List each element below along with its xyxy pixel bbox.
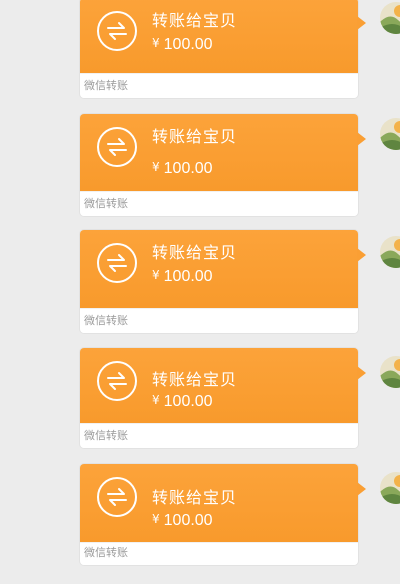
amount-value: 100.00: [163, 36, 213, 53]
transfer-title: 转账给宝贝: [152, 11, 238, 30]
bubble-tail: [357, 132, 366, 146]
transfer-bubble[interactable]: 转账给宝贝 ¥100.00 微信转账: [80, 0, 366, 98]
transfer-message: 转账给宝贝 ¥100.00 微信转账: [0, 348, 400, 468]
avatar-image: [380, 2, 400, 34]
transfer-bubble[interactable]: 转账给宝贝 ¥100.00 微信转账: [80, 114, 366, 216]
bubble-tail: [357, 248, 366, 262]
transfer-message: 转账给宝贝 ¥100.00 微信转账: [0, 230, 400, 350]
transfer-title: 转账给宝贝: [152, 488, 238, 507]
chat-area: 转账给宝贝 ¥100.00 微信转账 转账给宝贝 ¥ 100.00 微信转账 转…: [0, 0, 400, 577]
transfer-amount: ¥100.00: [152, 510, 213, 530]
transfer-amount: ¥100.00: [152, 391, 213, 411]
transfer-footer: 微信转账: [80, 73, 358, 98]
avatar[interactable]: [375, 356, 400, 392]
avatar[interactable]: [375, 472, 400, 508]
currency-symbol: ¥: [152, 268, 160, 282]
transfer-bubble[interactable]: 转账给宝贝 ¥100.00 微信转账: [80, 348, 366, 448]
transfer-footer: 微信转账: [80, 308, 358, 333]
avatar-image: [380, 356, 400, 388]
transfer-arrows-icon: [97, 361, 137, 401]
transfer-footer: 微信转账: [80, 542, 358, 565]
amount-value: 100.00: [163, 393, 213, 410]
bubble-tail: [357, 482, 366, 496]
transfer-message: 转账给宝贝 ¥100.00 微信转账: [0, 464, 400, 584]
bubble-tail: [357, 16, 366, 30]
avatar-image: [380, 472, 400, 504]
transfer-message: 转账给宝贝 ¥100.00 微信转账: [0, 114, 400, 234]
avatar[interactable]: [375, 118, 400, 154]
transfer-title: 转账给宝贝: [152, 243, 238, 262]
avatar[interactable]: [375, 2, 400, 38]
currency-symbol: ¥: [152, 160, 160, 174]
transfer-arrows-icon: [97, 243, 137, 283]
transfer-title: 转账给宝贝: [152, 127, 238, 146]
avatar-image: [380, 118, 400, 150]
transfer-bubble[interactable]: 转账给宝贝 ¥100.00 微信转账: [80, 464, 366, 565]
avatar-image: [380, 236, 400, 268]
transfer-footer: 微信转账: [80, 423, 358, 448]
amount-value: 100.00: [163, 160, 213, 177]
currency-symbol: ¥: [152, 36, 160, 50]
avatar[interactable]: [375, 236, 400, 272]
bubble-tail: [357, 366, 366, 380]
transfer-amount: ¥100.00: [152, 266, 213, 286]
transfer-arrows-icon: [97, 477, 137, 517]
amount-value: 100.00: [163, 268, 213, 285]
transfer-footer: 微信转账: [80, 191, 358, 216]
amount-value: 100.00: [163, 512, 213, 529]
transfer-message: 转账给宝贝 ¥100.00 微信转账: [0, 0, 400, 120]
transfer-title: 转账给宝贝: [152, 370, 238, 389]
transfer-arrows-icon: [97, 127, 137, 167]
currency-symbol: ¥: [152, 393, 160, 407]
transfer-arrows-icon: [97, 11, 137, 51]
transfer-amount: ¥100.00: [152, 158, 213, 178]
transfer-amount: ¥100.00: [152, 34, 213, 54]
currency-symbol: ¥: [152, 512, 160, 526]
transfer-bubble[interactable]: 转账给宝贝 ¥100.00 微信转账: [80, 230, 366, 333]
